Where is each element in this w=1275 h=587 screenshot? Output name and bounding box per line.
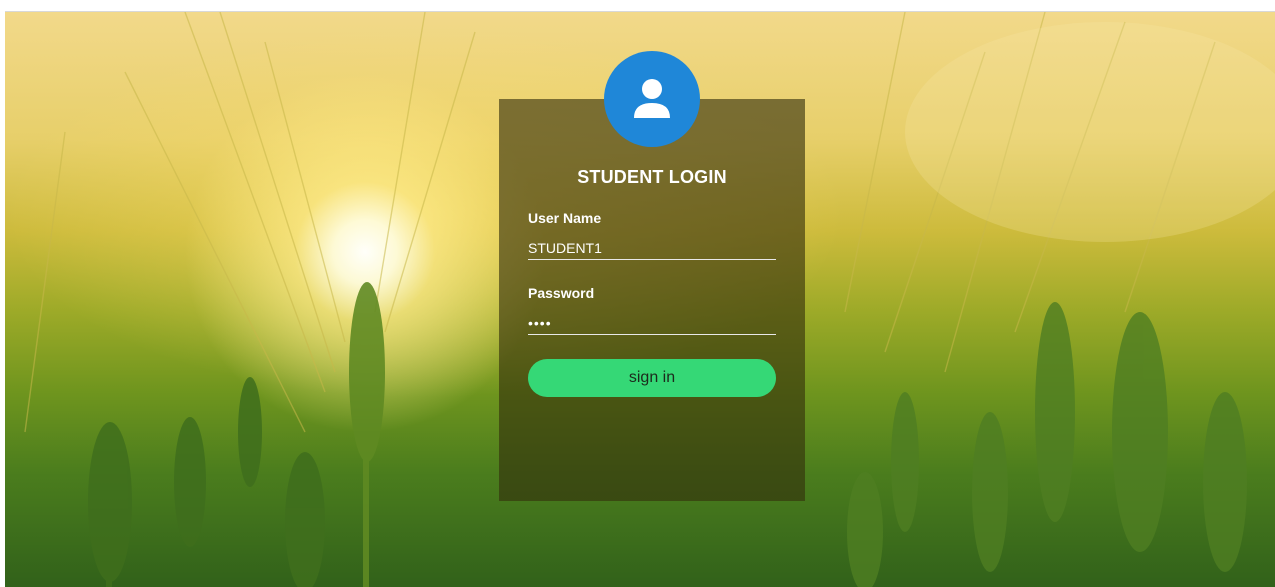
username-input[interactable]: [528, 237, 776, 260]
avatar: [604, 51, 700, 147]
sign-in-button[interactable]: sign in: [528, 359, 776, 397]
username-label: User Name: [528, 210, 602, 226]
password-input[interactable]: [528, 312, 776, 335]
page-title: STUDENT LOGIN: [577, 167, 727, 187]
user-icon: [634, 79, 670, 118]
password-label: Password: [528, 285, 595, 301]
